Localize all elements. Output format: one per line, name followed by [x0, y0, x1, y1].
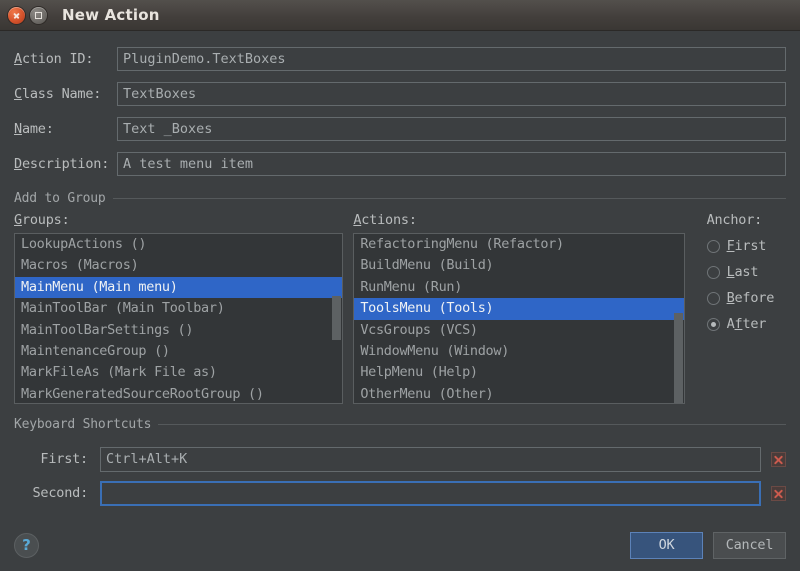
delete-x-icon[interactable]	[771, 451, 786, 467]
action-form: Action ID: PluginDemo.TextBoxes Class Na…	[0, 31, 800, 181]
new-action-dialog: Action ID: PluginDemo.TextBoxes Class Na…	[0, 31, 800, 571]
form-row-class-name: Class Name: TextBoxes	[14, 76, 786, 111]
cancel-button[interactable]: Cancel	[713, 531, 786, 559]
anchor-option-label: First	[726, 238, 767, 254]
list-item[interactable]: ToolsMenu (Tools)	[354, 298, 684, 320]
radio-icon-selected[interactable]	[706, 317, 720, 331]
list-item[interactable]: MainMenu (Main menu)	[15, 276, 343, 299]
description-label: Description:	[14, 155, 110, 172]
class-name-input[interactable]: TextBoxes	[117, 81, 786, 106]
close-icon[interactable]	[8, 6, 25, 24]
radio-icon[interactable]	[706, 265, 720, 279]
keyboard-shortcuts-section: First: Ctrl+Alt+K Second:	[14, 442, 786, 510]
form-row-description: Description: A test menu item	[14, 146, 786, 181]
list-item[interactable]: WindowMenu (Window)	[354, 341, 683, 362]
second-shortcut-input[interactable]	[100, 480, 761, 506]
anchor-option-label: Last	[726, 264, 759, 280]
help-icon[interactable]: ?	[14, 532, 39, 558]
actions-scrollbar-thumb[interactable]	[673, 313, 683, 403]
dialog-footer: ? OK Cancel	[0, 519, 800, 571]
actions-listbox[interactable]: RefactoringMenu (Refactor) BuildMenu (Bu…	[353, 233, 685, 404]
shortcut-row-second: Second:	[14, 476, 786, 510]
first-shortcut-label: First:	[40, 451, 88, 467]
anchor-panel: Anchor: First Last Before After	[706, 212, 786, 404]
anchor-option-label: After	[726, 316, 767, 332]
radio-icon[interactable]	[706, 291, 720, 305]
anchor-option-before[interactable]: Before	[706, 285, 786, 311]
action-id-input[interactable]: PluginDemo.TextBoxes	[117, 46, 786, 71]
groups-panel: Groups: LookupActions () Macros (Macros)…	[14, 212, 344, 404]
list-item[interactable]: BuildMenu (Build)	[354, 255, 683, 276]
list-item[interactable]: MarkGeneratedSourceRootGroup ()	[15, 384, 342, 403]
list-item[interactable]: LookupActions ()	[15, 234, 342, 255]
list-item[interactable]: MaintenanceGroup ()	[15, 341, 342, 362]
maximize-icon[interactable]	[30, 6, 47, 24]
anchor-option-after[interactable]: After	[706, 311, 786, 337]
action-id-label: Action ID:	[14, 50, 94, 67]
first-shortcut-input[interactable]: Ctrl+Alt+K	[100, 446, 761, 472]
anchor-label: Anchor:	[706, 212, 763, 228]
groups-scrollbar-thumb[interactable]	[332, 296, 342, 340]
radio-icon[interactable]	[706, 239, 720, 253]
separator-line	[112, 197, 786, 199]
separator-line	[158, 423, 786, 425]
add-to-group-label: Add to Group	[14, 190, 106, 206]
keyboard-shortcuts-separator: Keyboard Shortcuts	[14, 416, 786, 432]
list-item[interactable]: MarkFileAs (Mark File as)	[15, 362, 342, 383]
groups-label: Groups:	[14, 212, 70, 228]
list-item[interactable]: MainToolBarSettings ()	[15, 320, 342, 341]
name-input[interactable]: Text _Boxes	[117, 116, 786, 141]
actions-label: Actions:	[353, 212, 417, 228]
anchor-option-first[interactable]: First	[706, 233, 786, 259]
add-to-group-separator: Add to Group	[14, 190, 786, 206]
class-name-label: Class Name:	[14, 85, 102, 102]
keyboard-shortcuts-label: Keyboard Shortcuts	[14, 416, 152, 432]
list-item[interactable]: MainToolBar (Main Toolbar)	[15, 298, 342, 319]
ok-button[interactable]: OK	[630, 531, 703, 559]
list-item[interactable]: RefactoringMenu (Refactor)	[354, 234, 683, 255]
anchor-option-last[interactable]: Last	[706, 259, 786, 285]
window-titlebar: New Action	[0, 0, 800, 31]
description-input[interactable]: A test menu item	[117, 151, 786, 176]
name-label: Name:	[14, 120, 54, 137]
groups-listbox[interactable]: LookupActions () Macros (Macros) MainMen…	[14, 233, 344, 404]
shortcut-row-first: First: Ctrl+Alt+K	[14, 442, 786, 476]
actions-panel: Actions: RefactoringMenu (Refactor) Buil…	[353, 212, 685, 404]
group-action-panels: Groups: LookupActions () Macros (Macros)…	[14, 212, 786, 404]
list-item[interactable]: HelpMenu (Help)	[354, 362, 683, 383]
list-item[interactable]: RunMenu (Run)	[354, 277, 683, 298]
form-row-name: Name: Text _Boxes	[14, 111, 786, 146]
second-shortcut-label: Second:	[32, 485, 89, 501]
list-item[interactable]: OtherMenu (Other)	[354, 384, 683, 403]
form-row-action-id: Action ID: PluginDemo.TextBoxes	[14, 41, 786, 76]
delete-x-icon[interactable]	[771, 485, 786, 501]
anchor-option-label: Before	[726, 290, 775, 306]
window-title: New Action	[62, 6, 160, 24]
list-item[interactable]: VcsGroups (VCS)	[354, 320, 683, 341]
list-item[interactable]: Macros (Macros)	[15, 255, 342, 276]
